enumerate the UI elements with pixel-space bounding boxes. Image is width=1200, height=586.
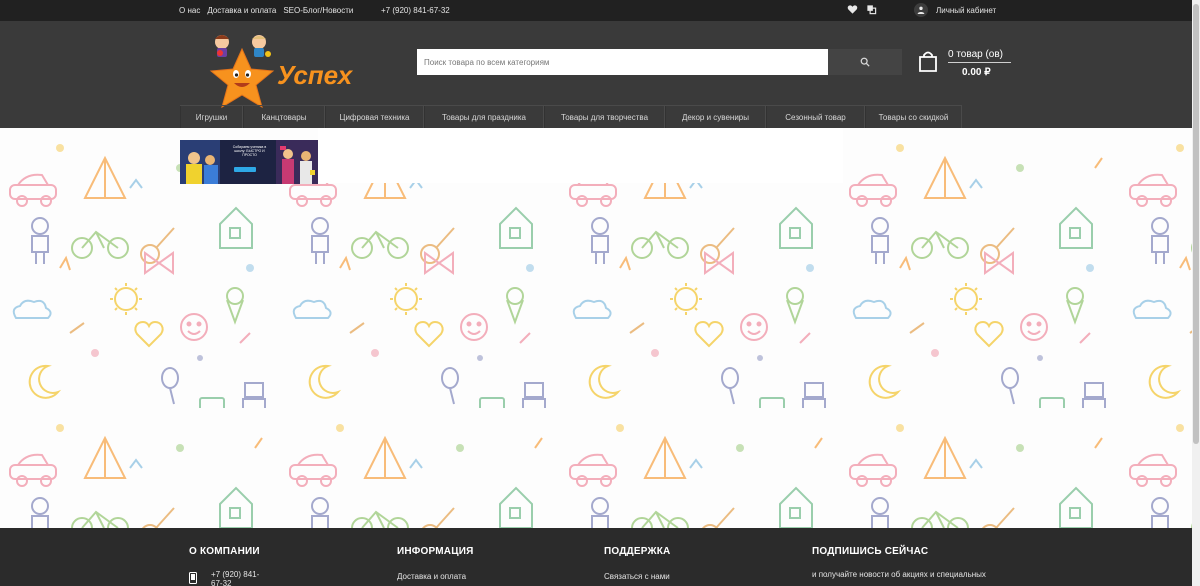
- shopping-bag-icon: [918, 50, 938, 77]
- cart-count: 0 товар (ов): [948, 49, 1004, 60]
- page-scrollbar[interactable]: [1192, 0, 1200, 586]
- nav-item-discount[interactable]: Товары со скидкой: [865, 106, 962, 129]
- main-content: Собираем ученика в школу: БЫСТРО И ПРОСТ…: [0, 128, 1200, 528]
- user-icon: [914, 3, 928, 17]
- nav-item-digital[interactable]: Цифровая техника: [325, 106, 424, 129]
- footer-link-contact[interactable]: Связаться с нами: [604, 572, 670, 581]
- search-bar: [417, 49, 902, 75]
- logo-text: Успех: [277, 60, 354, 90]
- scrollbar-thumb[interactable]: [1193, 4, 1199, 444]
- nav-item-stationery[interactable]: Канцтовары: [243, 106, 325, 129]
- heart-icon[interactable]: [847, 4, 858, 15]
- nav-item-seasonal[interactable]: Сезонный товар: [766, 106, 865, 129]
- footer-title-company: О КОМПАНИИ: [189, 546, 260, 557]
- nav-item-creativity[interactable]: Товары для творчества: [544, 106, 665, 129]
- top-link-about[interactable]: О нас: [179, 6, 200, 15]
- cart-total: 0.00 ₽: [962, 67, 991, 78]
- logo[interactable]: Успех: [207, 29, 369, 113]
- top-link-blog[interactable]: SEO-Блог/Новости: [283, 6, 353, 15]
- footer-link-delivery[interactable]: Доставка и оплата: [397, 572, 466, 581]
- school-banner[interactable]: Собираем ученика в школу: БЫСТРО И ПРОСТ…: [180, 140, 318, 184]
- doodle-background: [0, 128, 1200, 528]
- cart-divider: [948, 62, 1011, 63]
- footer-phone-text: +7 (920) 841-67-32: [211, 570, 260, 586]
- footer-col-subscribe: ПОДПИШИСЬ СЕЙЧАС и получайте новости об …: [812, 546, 986, 579]
- banner-blank-area: [318, 128, 843, 183]
- top-links: О нас Доставка и оплата SEO-Блог/Новости: [179, 6, 353, 15]
- compare-icon[interactable]: [866, 4, 877, 15]
- header: Успех 0 товар (ов) 0.00 ₽ Игрушки Канцто…: [0, 21, 1200, 129]
- cart-button[interactable]: 0 товар (ов) 0.00 ₽: [918, 48, 1013, 80]
- banner-button[interactable]: [234, 167, 256, 172]
- nav-item-party[interactable]: Товары для праздника: [424, 106, 544, 129]
- banner-headline: Собираем ученика в школу: БЫСТРО И ПРОСТ…: [232, 145, 267, 157]
- footer-subscribe-text: и получайте новости об акциях и специаль…: [812, 570, 986, 579]
- search-button[interactable]: [828, 49, 902, 75]
- account-link[interactable]: Личный кабинет: [914, 3, 996, 17]
- footer: О КОМПАНИИ +7 (920) 841-67-32 ИНФОРМАЦИЯ…: [0, 528, 1200, 586]
- footer-col-info: ИНФОРМАЦИЯ Доставка и оплата: [397, 546, 474, 581]
- footer-title-info: ИНФОРМАЦИЯ: [397, 546, 474, 557]
- top-link-delivery[interactable]: Доставка и оплата: [207, 6, 276, 15]
- main-nav: Игрушки Канцтовары Цифровая техника Това…: [180, 105, 962, 129]
- phone-icon: [189, 572, 197, 586]
- search-icon: [860, 55, 870, 70]
- nav-item-decor[interactable]: Декор и сувениры: [665, 106, 766, 129]
- search-input[interactable]: [417, 49, 828, 75]
- nav-item-toys[interactable]: Игрушки: [180, 106, 243, 129]
- footer-title-subscribe: ПОДПИШИСЬ СЕЙЧАС: [812, 546, 929, 557]
- top-bar: О нас Доставка и оплата SEO-Блог/Новости…: [0, 0, 1200, 21]
- footer-title-support: ПОДДЕРЖКА: [604, 546, 671, 557]
- footer-phone[interactable]: +7 (920) 841-67-32: [189, 570, 260, 586]
- account-label: Личный кабинет: [936, 5, 997, 15]
- footer-col-support: ПОДДЕРЖКА Связаться с нами: [604, 546, 671, 581]
- top-icons: [847, 4, 877, 15]
- footer-col-company: О КОМПАНИИ +7 (920) 841-67-32: [189, 546, 260, 586]
- top-phone[interactable]: +7 (920) 841-67-32: [381, 6, 450, 15]
